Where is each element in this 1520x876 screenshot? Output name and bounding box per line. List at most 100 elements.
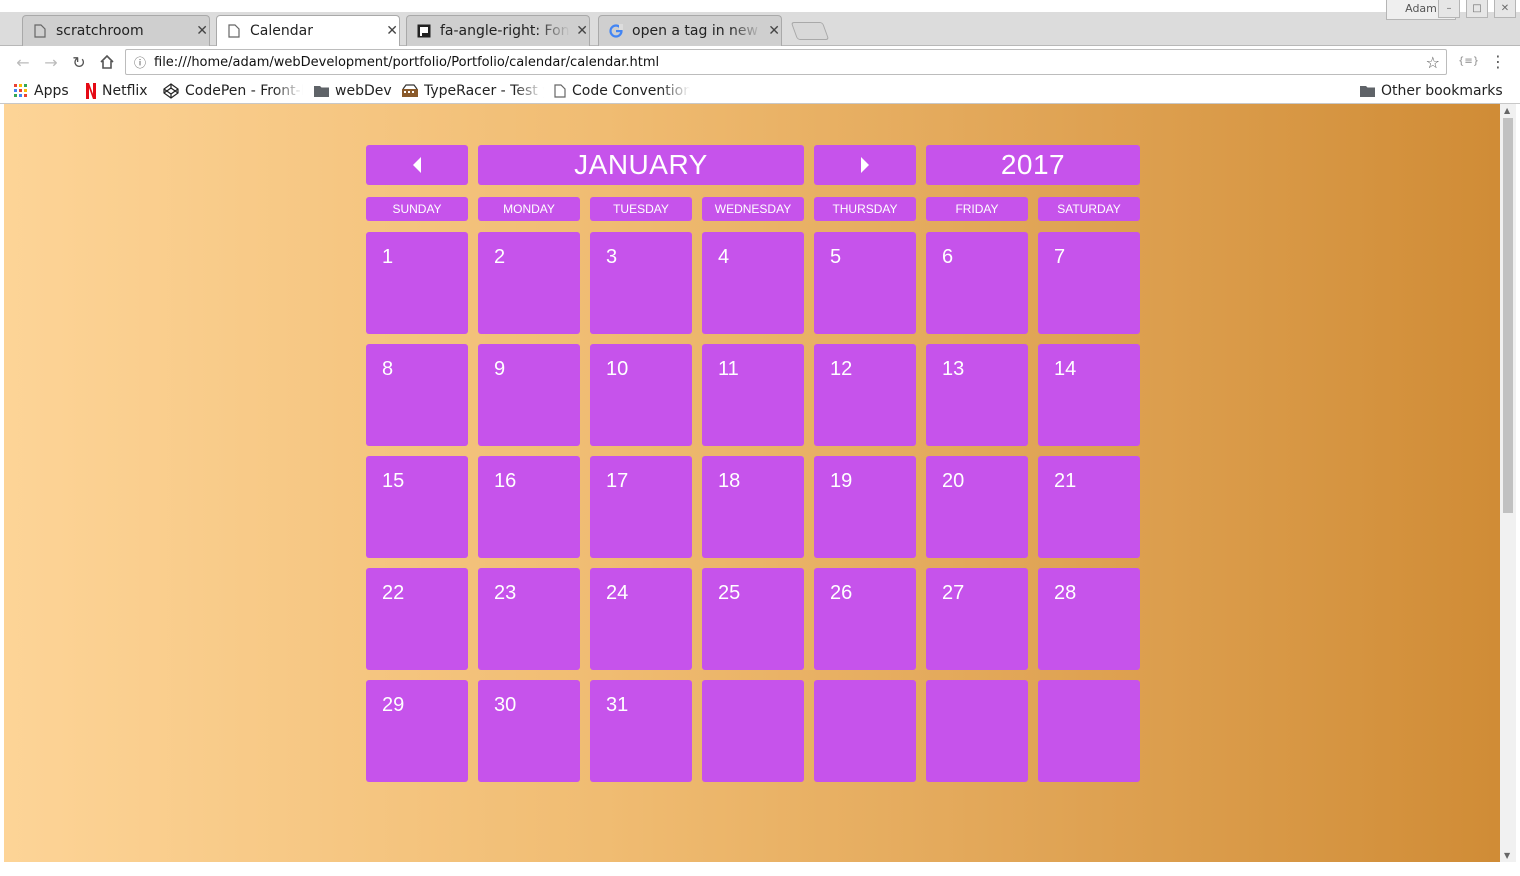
day-cell[interactable]: 28	[1038, 568, 1140, 670]
day-cell[interactable]: 3	[590, 232, 692, 334]
day-cell[interactable]: 25	[702, 568, 804, 670]
bookmark-webdev[interactable]: webDev	[314, 81, 392, 101]
day-cell[interactable]: 16	[478, 456, 580, 558]
new-tab-button[interactable]	[790, 22, 830, 40]
close-tab-icon[interactable]: ✕	[386, 23, 398, 39]
star-icon[interactable]: ☆	[1426, 53, 1440, 72]
bookmark-netflix[interactable]: Netflix	[86, 81, 148, 101]
codepen-icon	[163, 83, 179, 99]
close-tab-icon[interactable]: ✕	[576, 23, 588, 39]
weekday-friday: FRIDAY	[926, 197, 1028, 221]
extension-icon[interactable]: {≡}	[1458, 56, 1479, 67]
window-controls: – □ ✕	[1438, 0, 1516, 20]
day-cell[interactable]: 2	[478, 232, 580, 334]
tab-calendar[interactable]: Calendar ✕	[210, 15, 406, 46]
day-cell[interactable]: 14	[1038, 344, 1140, 446]
bookmark-typeracer[interactable]: TypeRacer - Test your	[402, 81, 544, 101]
document-icon	[554, 84, 566, 98]
day-cell[interactable]: 4	[702, 232, 804, 334]
day-cell[interactable]: 20	[926, 456, 1028, 558]
document-icon	[32, 23, 48, 39]
day-cell[interactable]: 27	[926, 568, 1028, 670]
weekday-thursday: THURSDAY	[814, 197, 916, 221]
window-titlebar	[0, 0, 1520, 12]
tab-google-search[interactable]: open a tag in new t ✕	[592, 15, 788, 46]
toolbar: ← → ↻ ⓘ file:///home/adam/webDevelopment…	[0, 46, 1520, 78]
day-cell[interactable]: 29	[366, 680, 468, 782]
empty-day-cell[interactable]	[814, 680, 916, 782]
bookmarks-bar: Apps Netflix CodePen - Front-End webDev …	[0, 78, 1520, 104]
scroll-up-icon[interactable]: ▲	[1504, 106, 1510, 115]
next-month-button[interactable]	[814, 145, 916, 185]
weekday-tuesday: TUESDAY	[590, 197, 692, 221]
day-cell[interactable]: 21	[1038, 456, 1140, 558]
menu-icon[interactable]: ⋮	[1490, 52, 1506, 71]
day-cell[interactable]: 19	[814, 456, 916, 558]
bookmark-codepen[interactable]: CodePen - Front-End	[163, 81, 303, 101]
weekday-saturday: SATURDAY	[1038, 197, 1140, 221]
weekday-wednesday: WEDNESDAY	[702, 197, 804, 221]
day-cell[interactable]: 24	[590, 568, 692, 670]
day-cell[interactable]: 13	[926, 344, 1028, 446]
day-cell[interactable]: 5	[814, 232, 916, 334]
close-tab-icon[interactable]: ✕	[196, 23, 208, 39]
day-cell[interactable]: 12	[814, 344, 916, 446]
other-bookmarks-label: Other bookmarks	[1381, 83, 1503, 99]
day-cell[interactable]: 23	[478, 568, 580, 670]
bookmark-label: webDev	[335, 83, 392, 99]
close-tab-icon[interactable]: ✕	[768, 23, 780, 39]
year-title: 2017	[926, 145, 1140, 185]
day-cell[interactable]: 1	[366, 232, 468, 334]
tab-scratchroom[interactable]: scratchroom ✕	[16, 15, 216, 46]
day-cell[interactable]: 30	[478, 680, 580, 782]
day-cell[interactable]: 17	[590, 456, 692, 558]
bookmark-apps[interactable]: Apps	[14, 81, 69, 101]
day-cell[interactable]: 7	[1038, 232, 1140, 334]
tab-fa-angle-right[interactable]: fa-angle-right: Font ✕	[400, 15, 596, 46]
day-cell[interactable]: 8	[366, 344, 468, 446]
typeracer-icon	[402, 84, 418, 98]
status-strip	[0, 862, 1520, 876]
flag-icon	[416, 23, 432, 39]
prev-month-button[interactable]	[366, 145, 468, 185]
minimize-icon[interactable]: –	[1438, 0, 1460, 18]
reload-icon[interactable]: ↻	[68, 51, 90, 73]
bookmark-label: Code Conventions	[572, 83, 690, 99]
browser-chrome: Adam – □ ✕ scratchroom ✕ Calendar ✕ fa-a…	[0, 0, 1520, 104]
empty-day-cell[interactable]	[1038, 680, 1140, 782]
tab-title: open a tag in new t	[632, 22, 763, 39]
day-cell[interactable]: 9	[478, 344, 580, 446]
bookmark-code-conventions[interactable]: Code Conventions	[554, 81, 690, 101]
bookmark-label: TypeRacer - Test your	[424, 83, 544, 99]
day-cell[interactable]: 18	[702, 456, 804, 558]
month-title: JANUARY	[478, 145, 804, 185]
bookmark-label: Netflix	[102, 83, 148, 99]
day-cell[interactable]: 22	[366, 568, 468, 670]
tab-title: fa-angle-right: Font	[440, 22, 571, 39]
day-cell[interactable]: 15	[366, 456, 468, 558]
back-icon[interactable]: ←	[12, 51, 34, 73]
bookmark-label: CodePen - Front-End	[185, 83, 303, 99]
scroll-down-icon[interactable]: ▼	[1504, 851, 1510, 860]
caret-right-icon	[861, 157, 869, 173]
google-icon	[608, 23, 624, 39]
tab-title: Calendar	[250, 22, 313, 39]
day-cell[interactable]: 31	[590, 680, 692, 782]
day-cell[interactable]: 11	[702, 344, 804, 446]
url-text[interactable]: file:///home/adam/webDevelopment/portfol…	[154, 55, 659, 70]
day-cell[interactable]: 26	[814, 568, 916, 670]
empty-day-cell[interactable]	[702, 680, 804, 782]
scrollbar[interactable]: ▲ ▼	[1500, 104, 1516, 862]
close-window-icon[interactable]: ✕	[1494, 0, 1516, 18]
address-bar[interactable]: ⓘ file:///home/adam/webDevelopment/portf…	[125, 49, 1447, 75]
forward-icon[interactable]: →	[40, 51, 62, 73]
home-icon[interactable]	[96, 51, 118, 73]
other-bookmarks[interactable]: Other bookmarks	[1360, 81, 1503, 101]
maximize-icon[interactable]: □	[1466, 0, 1488, 18]
info-icon[interactable]: ⓘ	[126, 54, 154, 71]
scrollbar-thumb[interactable]	[1503, 118, 1513, 513]
day-cell[interactable]: 10	[590, 344, 692, 446]
tab-strip: Adam – □ ✕ scratchroom ✕ Calendar ✕ fa-a…	[0, 0, 1520, 46]
day-cell[interactable]: 6	[926, 232, 1028, 334]
empty-day-cell[interactable]	[926, 680, 1028, 782]
